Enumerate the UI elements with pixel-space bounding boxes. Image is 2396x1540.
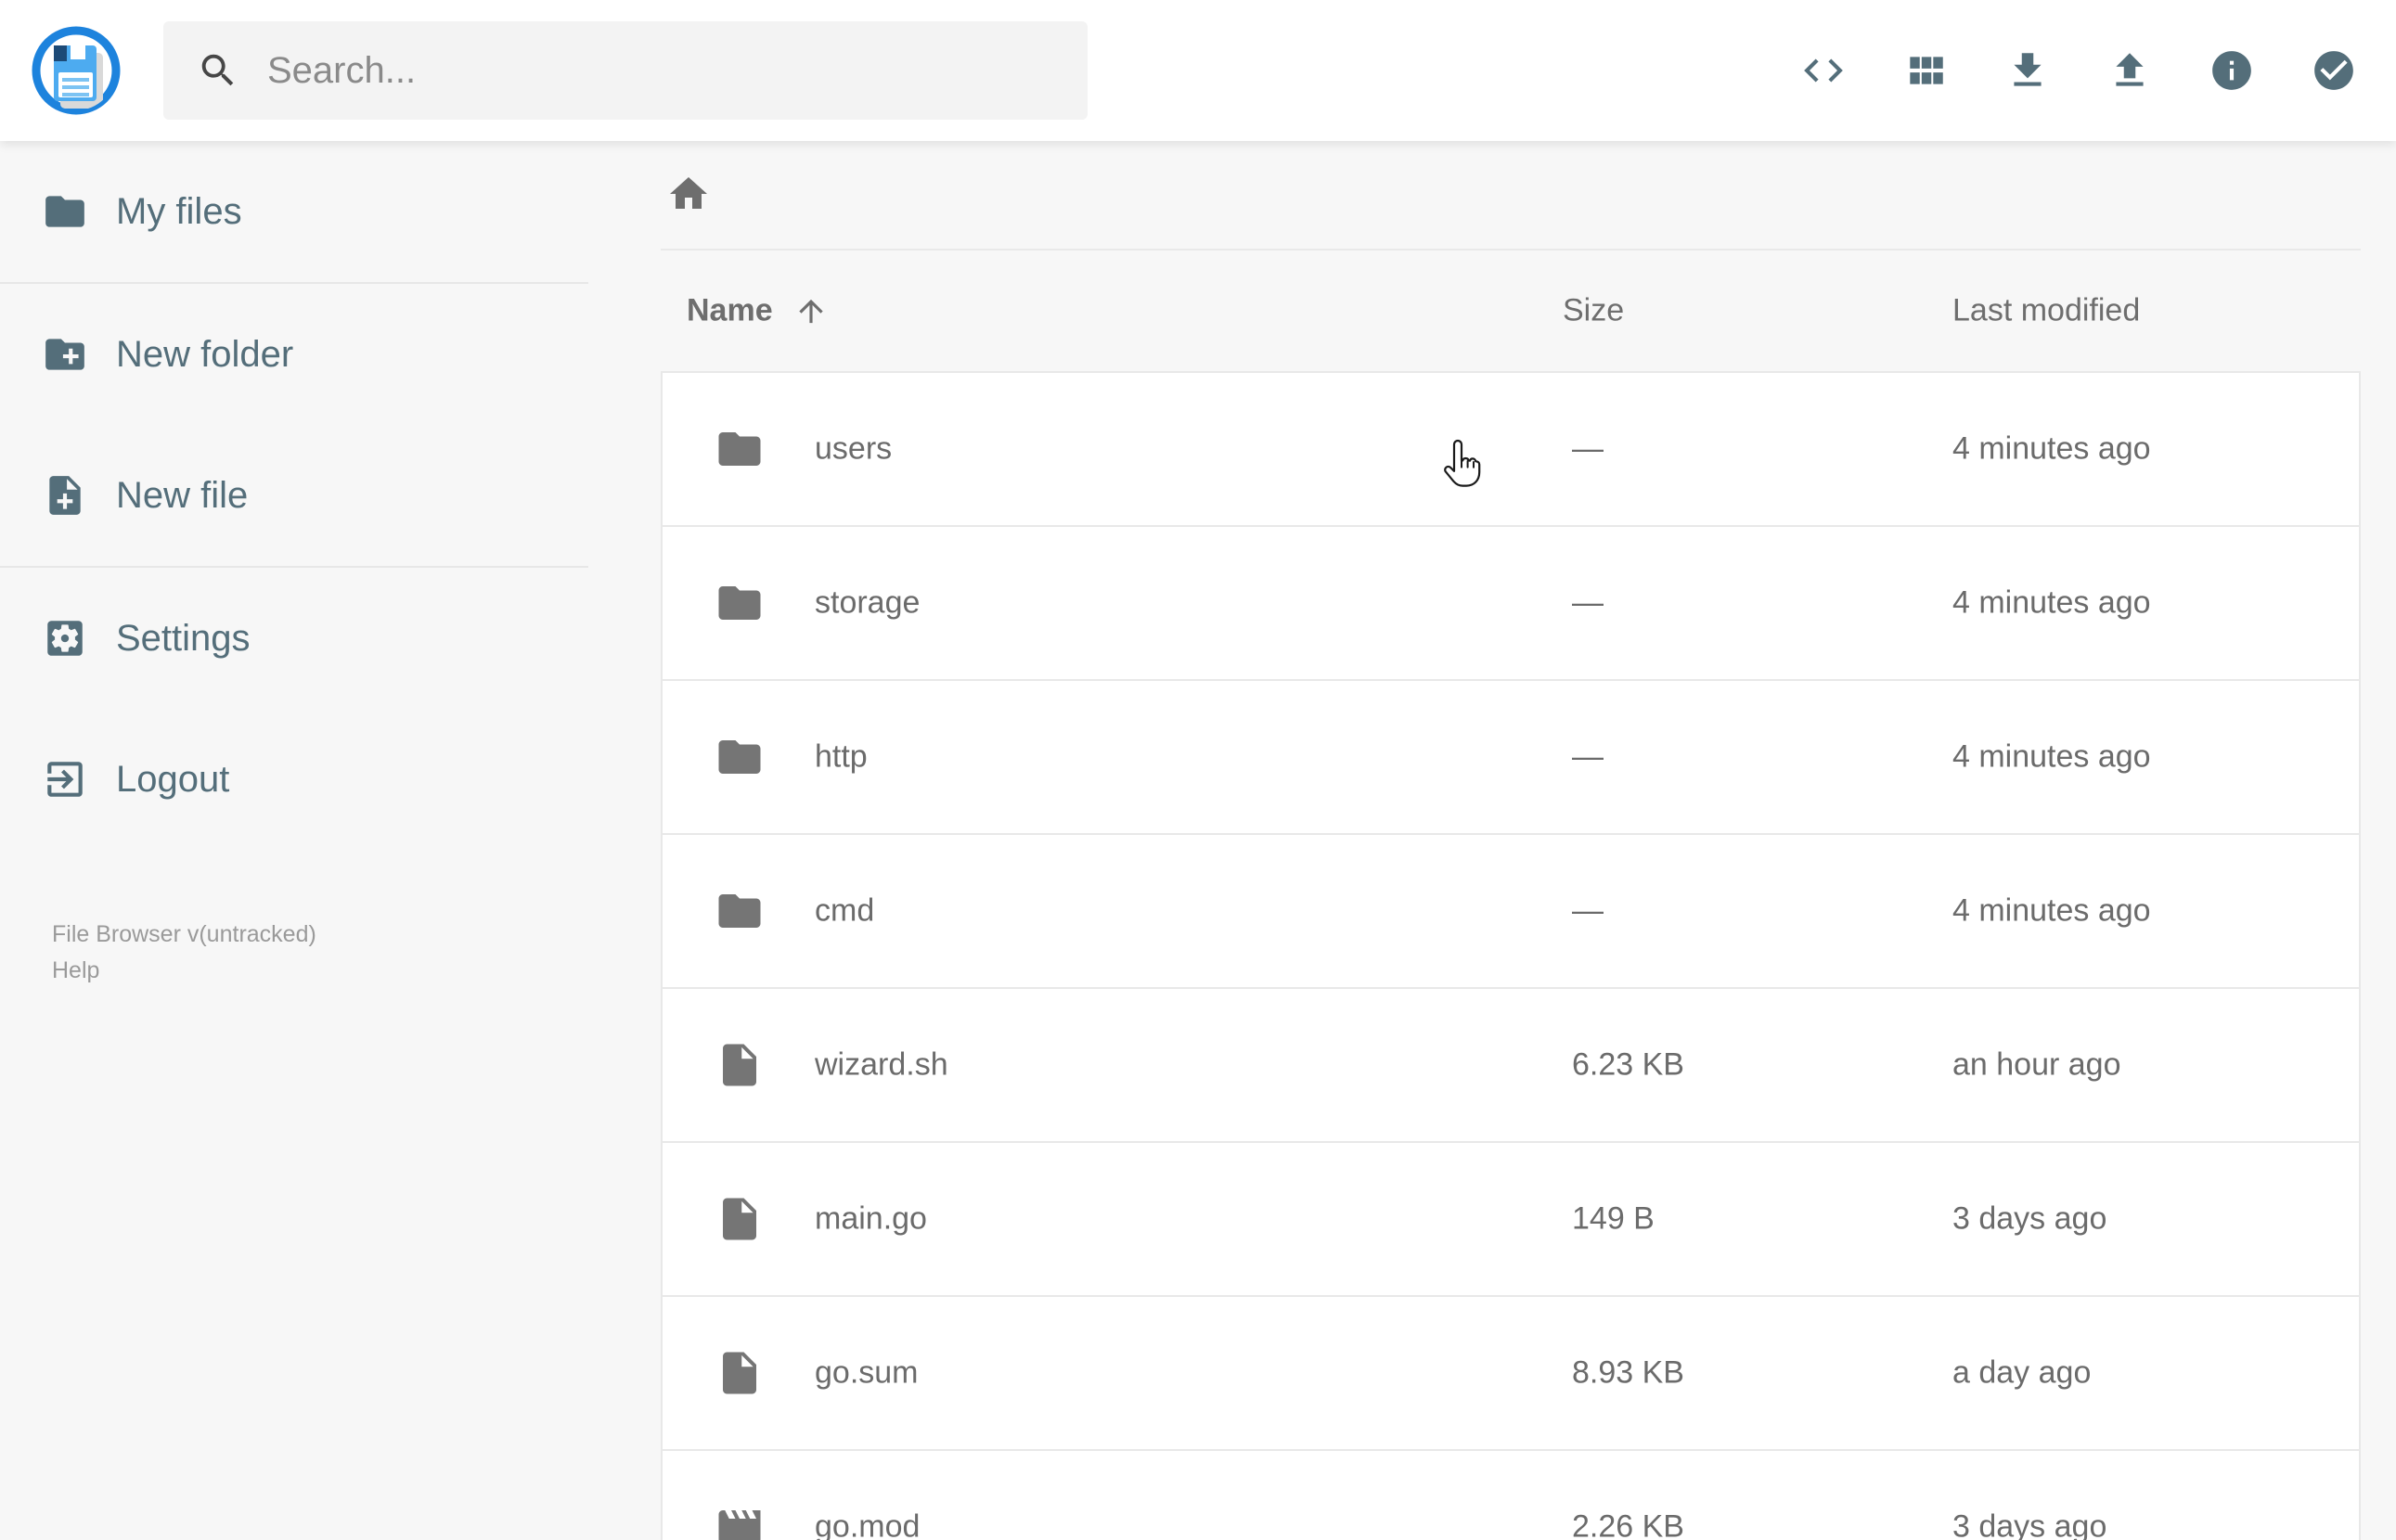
logout-icon	[47, 762, 83, 797]
file-modified: 4 minutes ago	[1952, 892, 2151, 929]
file-name: go.sum	[815, 1354, 919, 1391]
folder-icon	[715, 424, 765, 474]
file-name: wizard.sh	[815, 1046, 948, 1083]
column-header-size[interactable]: Size	[1563, 293, 1624, 329]
file-size: 8.93 KB	[1572, 1354, 1684, 1391]
upload-icon	[2116, 53, 2144, 86]
folder-icon	[45, 196, 84, 227]
search-bar[interactable]: Search...	[163, 21, 1088, 120]
breadcrumb-home-button[interactable]	[666, 172, 711, 219]
listing-header: Name Size Last modified	[661, 250, 2361, 371]
folder-icon	[715, 886, 765, 936]
file-name: storage	[815, 584, 921, 621]
header-actions	[1800, 47, 2357, 94]
sidebar-item-settings[interactable]: Settings	[0, 568, 588, 709]
sidebar-item-label: New folder	[116, 333, 294, 375]
upload-button[interactable]	[2106, 47, 2153, 94]
file-size: 2.26 KB	[1572, 1508, 1684, 1540]
file-icon	[715, 1194, 765, 1244]
info-button[interactable]	[2209, 47, 2255, 94]
select-multiple-button[interactable]	[2311, 47, 2357, 94]
file-row-go-mod[interactable]: go.mod 2.26 KB 3 days ago	[661, 1449, 2361, 1540]
file-row-http[interactable]: http — 4 minutes ago	[661, 679, 2361, 835]
file-size: 149 B	[1572, 1200, 1655, 1237]
sidebar-item-label: New file	[116, 474, 249, 516]
raw-download-button[interactable]	[1800, 47, 1847, 94]
switch-view-button[interactable]	[1902, 47, 1949, 94]
sidebar-item-label: Logout	[116, 758, 230, 800]
top-header: Search...	[0, 0, 2396, 141]
grid-view-icon	[1910, 57, 1943, 84]
sidebar-item-my-files[interactable]: My files	[0, 141, 588, 282]
floppy-disk-icon	[32, 26, 121, 115]
file-row-wizard-sh[interactable]: wizard.sh 6.23 KB an hour ago	[661, 987, 2361, 1143]
column-header-modified[interactable]: Last modified	[1952, 293, 2140, 329]
file-name: users	[815, 430, 893, 467]
sidebar: My files New folder New file Settings Lo…	[0, 141, 588, 989]
file-row-main-go[interactable]: main.go 149 B 3 days ago	[661, 1141, 2361, 1297]
sidebar-credits: File Browser v(untracked) Help	[0, 917, 588, 989]
code-icon	[1804, 58, 1843, 83]
file-icon	[715, 1348, 765, 1398]
file-modified: 3 days ago	[1952, 1200, 2107, 1237]
download-button[interactable]	[2004, 47, 2051, 94]
settings-icon	[47, 621, 83, 656]
breadcrumb	[661, 141, 2361, 250]
download-icon	[2014, 53, 2042, 86]
sidebar-item-label: Settings	[116, 617, 251, 659]
file-size: —	[1572, 892, 1604, 929]
new-file-icon	[49, 476, 81, 515]
column-header-name[interactable]: Name	[687, 293, 829, 329]
filebrowser-logo[interactable]	[30, 24, 122, 117]
file-modified: an hour ago	[1952, 1046, 2121, 1083]
folder-icon	[715, 578, 765, 628]
file-name: go.mod	[815, 1508, 921, 1540]
home-icon	[670, 176, 707, 209]
sidebar-item-new-folder[interactable]: New folder	[0, 284, 588, 425]
check-circle-icon	[2314, 51, 2353, 90]
help-link[interactable]: Help	[52, 953, 588, 989]
version-link[interactable]: File Browser v(untracked)	[52, 917, 588, 953]
folder-icon	[715, 732, 765, 782]
file-listing-area: Name Size Last modified users — 4 minute…	[588, 141, 2396, 1540]
search-placeholder: Search...	[267, 49, 417, 91]
file-name: cmd	[815, 892, 875, 929]
file-name: http	[815, 738, 868, 775]
file-modified: 3 days ago	[1952, 1508, 2107, 1540]
sort-asc-icon	[798, 299, 823, 323]
file-size: —	[1572, 738, 1604, 775]
file-row-go-sum[interactable]: go.sum 8.93 KB a day ago	[661, 1295, 2361, 1451]
file-modified: 4 minutes ago	[1952, 584, 2151, 621]
file-modified: 4 minutes ago	[1952, 430, 2151, 467]
file-row-cmd[interactable]: cmd — 4 minutes ago	[661, 833, 2361, 989]
file-listing: users — 4 minutes ago storage — 4 minute…	[661, 371, 2361, 1540]
info-icon	[2212, 51, 2251, 90]
file-size: —	[1572, 584, 1604, 621]
file-name: main.go	[815, 1200, 927, 1237]
file-size: 6.23 KB	[1572, 1046, 1684, 1083]
search-icon	[201, 54, 234, 86]
file-row-users[interactable]: users — 4 minutes ago	[661, 371, 2361, 527]
file-modified: 4 minutes ago	[1952, 738, 2151, 775]
new-folder-icon	[45, 339, 84, 370]
sidebar-item-logout[interactable]: Logout	[0, 709, 588, 850]
file-icon	[715, 1040, 765, 1090]
file-size: —	[1572, 430, 1604, 467]
file-row-storage[interactable]: storage — 4 minutes ago	[661, 525, 2361, 681]
sidebar-item-new-file[interactable]: New file	[0, 425, 588, 566]
sidebar-item-label: My files	[116, 190, 242, 232]
file-modified: a day ago	[1952, 1354, 2092, 1391]
movie-icon	[715, 1502, 765, 1540]
